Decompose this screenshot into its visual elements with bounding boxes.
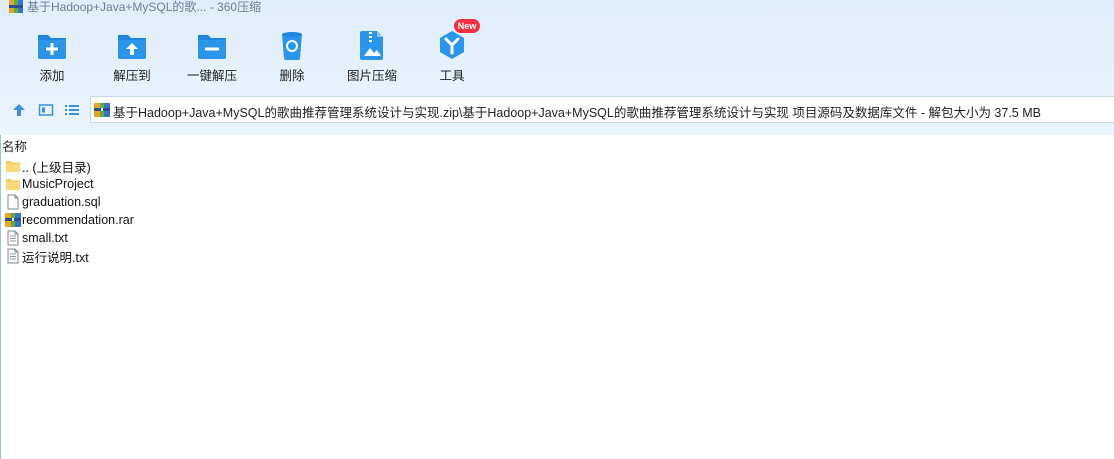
tools-label: 工具 [439,69,465,83]
app-window: 基于Hadoop+Java+MySQL的歌... - 360压缩 添加 解压到 … [0,0,1114,459]
image-compress-icon [360,31,383,60]
path-text: 基于Hadoop+Java+MySQL的歌曲推荐管理系统设计与实现.zip\基于… [113,106,1041,120]
tools-button[interactable]: 工具 [412,18,492,86]
thumbnail-view-icon[interactable] [37,101,55,119]
list-item[interactable]: 运行说明.txt [5,247,89,265]
new-badge: New [454,19,480,33]
archive-app-icon [9,0,23,13]
folder-icon [6,179,20,190]
image-compress-button[interactable]: 图片压缩 [332,18,412,86]
title-bar: 基于Hadoop+Java+MySQL的歌... - 360压缩 [0,0,1114,16]
file-name: recommendation.rar [22,213,134,227]
extract-to-button[interactable]: 解压到 [92,18,172,86]
file-name: .. (上级目录) [22,160,91,175]
one-click-extract-button[interactable]: 一键解压 [172,18,252,86]
file-name: small.txt [22,231,68,245]
list-item[interactable]: graduation.sql [5,193,101,211]
archive-icon [5,213,21,227]
delete-button[interactable]: 删除 [252,18,332,86]
text-file-icon [7,230,19,246]
top-area: 基于Hadoop+Java+MySQL的歌... - 360压缩 添加 解压到 … [0,0,1114,135]
delete-label: 删除 [279,69,305,83]
file-name: 运行说明.txt [22,250,89,265]
file-name: graduation.sql [22,195,101,209]
add-icon [38,35,66,59]
up-arrow-icon[interactable] [10,101,28,119]
folder-icon [6,161,20,172]
extract-to-icon [118,35,146,59]
list-item[interactable]: MusicProject [5,175,94,193]
archive-icon [94,103,110,117]
list-item[interactable]: small.txt [5,229,68,247]
list-view-icon[interactable] [63,101,81,119]
image-compress-label: 图片压缩 [346,69,397,83]
nav-bar: 基于Hadoop+Java+MySQL的歌曲推荐管理系统设计与实现.zip\基于… [0,96,1114,124]
one-click-extract-icon [198,35,226,59]
one-click-extract-label: 一键解压 [186,69,237,83]
toolbar: 添加 解压到 一键解压 删除 图片压缩 工具 [0,18,1114,86]
column-header-name[interactable]: 名称 [2,136,27,155]
file-icon [7,194,19,210]
window-title: 基于Hadoop+Java+MySQL的歌... - 360压缩 [27,0,262,14]
delete-icon [282,32,302,60]
file-list: 名称 .. (上级目录) MusicProject graduation.sql [0,135,1114,459]
extract-to-label: 解压到 [113,69,151,83]
add-label: 添加 [39,69,65,83]
text-file-icon [7,248,19,264]
file-name: MusicProject [22,177,94,191]
tools-icon [440,31,464,59]
path-field[interactable]: 基于Hadoop+Java+MySQL的歌曲推荐管理系统设计与实现.zip\基于… [90,96,1114,123]
add-button[interactable]: 添加 [12,18,92,86]
list-item[interactable]: .. (上级目录) [5,157,91,175]
list-item[interactable]: recommendation.rar [5,211,134,229]
